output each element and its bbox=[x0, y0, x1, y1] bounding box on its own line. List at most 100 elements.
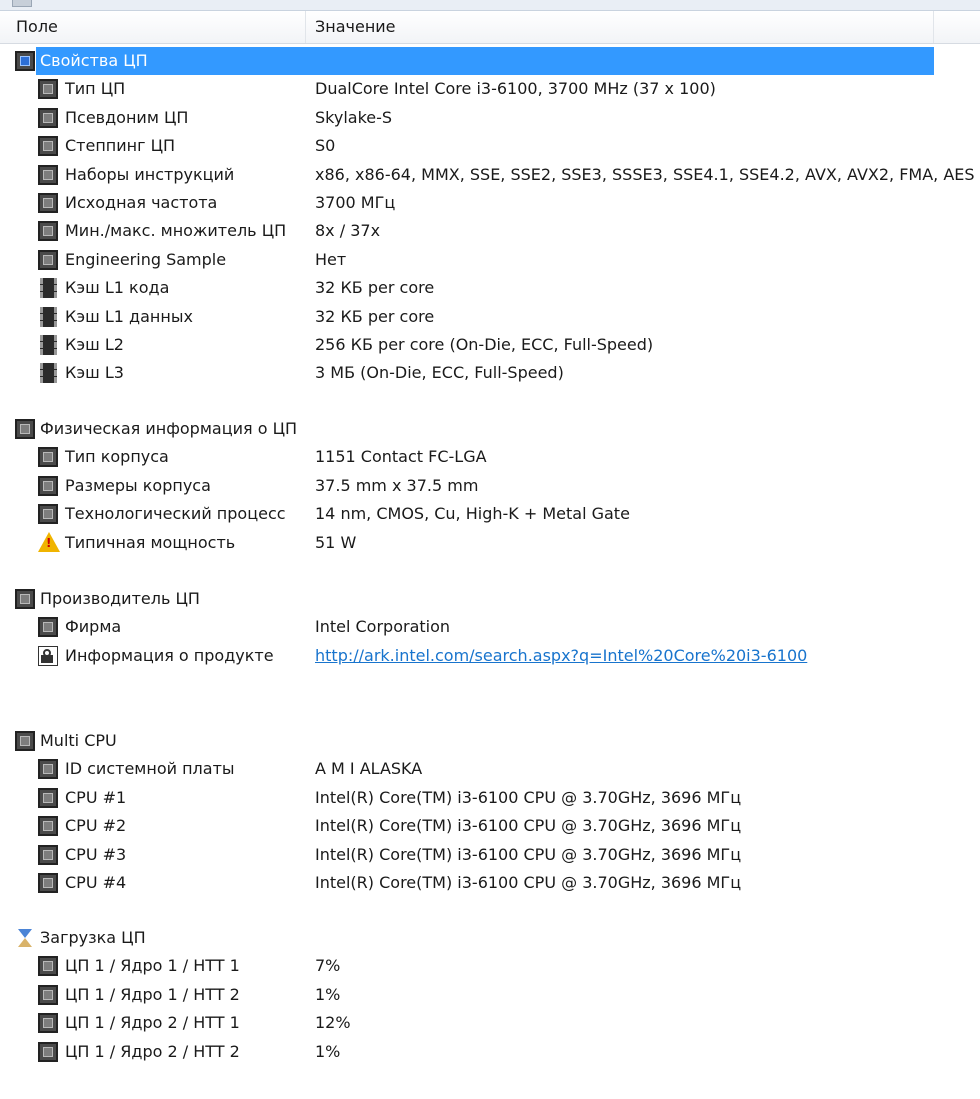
property-row[interactable]: Кэш L1 кода 32 КБ per core bbox=[0, 274, 980, 302]
property-value: A M I ALASKA bbox=[315, 759, 423, 779]
property-field: Информация о продукте bbox=[65, 645, 274, 665]
cpu-chip-icon bbox=[15, 419, 35, 439]
property-field: Наборы инструкций bbox=[65, 164, 235, 184]
property-field: CPU #1 bbox=[65, 787, 127, 807]
property-value: 1% bbox=[315, 984, 341, 1004]
property-value: 37.5 mm x 37.5 mm bbox=[315, 475, 479, 495]
property-field: Размеры корпуса bbox=[65, 475, 211, 495]
cpu-chip-icon bbox=[15, 731, 35, 751]
property-field: Мин./макс. множитель ЦП bbox=[65, 221, 287, 241]
property-row[interactable]: ! Типичная мощность 51 W bbox=[0, 529, 980, 557]
property-row[interactable]: ЦП 1 / Ядро 1 / HTT 2 1% bbox=[0, 981, 980, 1009]
property-row[interactable]: CPU #2 Intel(R) Core(TM) i3-6100 CPU @ 3.… bbox=[0, 812, 980, 840]
link-icon bbox=[38, 645, 58, 666]
property-value: 3 МБ (On-Die, ECC, Full-Speed) bbox=[315, 363, 564, 383]
property-field: Технологический процесс bbox=[65, 504, 286, 524]
cpu-chip-icon bbox=[15, 589, 35, 609]
property-value: Intel(R) Core(TM) i3-6100 CPU @ 3.70GHz,… bbox=[315, 844, 742, 864]
section-header[interactable]: Физическая информация о ЦП bbox=[0, 415, 980, 443]
cpu-chip-icon bbox=[38, 475, 58, 496]
property-value: Нет bbox=[315, 249, 347, 269]
cpu-chip-icon bbox=[15, 51, 35, 71]
property-value: Intel(R) Core(TM) i3-6100 CPU @ 3.70GHz,… bbox=[315, 787, 742, 807]
cpu-chip-icon bbox=[38, 136, 58, 157]
property-row[interactable]: Мин./макс. множитель ЦП 8x / 37x bbox=[0, 217, 980, 245]
section-title: Физическая информация о ЦП bbox=[40, 419, 298, 438]
property-row[interactable]: Псевдоним ЦП Skylake-S bbox=[0, 104, 980, 132]
section-header[interactable]: Загрузка ЦП bbox=[0, 924, 980, 952]
property-row[interactable]: Кэш L3 3 МБ (On-Die, ECC, Full-Speed) bbox=[0, 359, 980, 387]
property-row[interactable]: CPU #1 Intel(R) Core(TM) i3-6100 CPU @ 3.… bbox=[0, 784, 980, 812]
property-value: 8x / 37x bbox=[315, 221, 381, 241]
property-row[interactable]: Фирма Intel Corporation bbox=[0, 613, 980, 641]
property-value: 12% bbox=[315, 1013, 351, 1033]
property-row[interactable]: Информация о продукте http://ark.intel.co… bbox=[0, 642, 980, 670]
property-row[interactable]: Тип корпуса 1151 Contact FC-LGA bbox=[0, 443, 980, 471]
cpu-chip-icon bbox=[38, 759, 58, 780]
product-info-link[interactable]: http://ark.intel.com/search.aspx?q=Intel… bbox=[315, 646, 807, 665]
property-field: Engineering Sample bbox=[65, 249, 227, 269]
property-field: Кэш L1 данных bbox=[65, 306, 193, 326]
hourglass-icon bbox=[15, 928, 35, 948]
section-header[interactable]: Производитель ЦП bbox=[0, 585, 980, 613]
property-field: Тип ЦП bbox=[65, 79, 126, 99]
property-field: ID системной платы bbox=[65, 759, 235, 779]
property-field: ЦП 1 / Ядро 1 / HTT 2 bbox=[65, 984, 240, 1004]
property-value: 1% bbox=[315, 1041, 341, 1061]
property-row[interactable]: CPU #4 Intel(R) Core(TM) i3-6100 CPU @ 3.… bbox=[0, 869, 980, 897]
property-field: Кэш L1 кода bbox=[65, 278, 170, 298]
property-row[interactable]: Engineering Sample Нет bbox=[0, 246, 980, 274]
property-row[interactable]: ЦП 1 / Ядро 2 / HTT 1 12% bbox=[0, 1009, 980, 1037]
cpu-chip-icon bbox=[38, 844, 58, 865]
property-value: 3700 МГц bbox=[315, 193, 396, 212]
property-field: CPU #2 bbox=[65, 816, 127, 836]
section-title: Свойства ЦП bbox=[40, 51, 148, 70]
cache-memory-icon bbox=[40, 306, 57, 327]
property-value: 7% bbox=[315, 956, 341, 976]
cpu-chip-icon bbox=[38, 787, 58, 808]
warning-icon: ! bbox=[38, 531, 60, 552]
cpu-chip-icon bbox=[38, 79, 58, 100]
property-row[interactable]: CPU #3 Intel(R) Core(TM) i3-6100 CPU @ 3.… bbox=[0, 841, 980, 869]
cache-memory-icon bbox=[40, 363, 57, 384]
property-field: Степпинг ЦП bbox=[65, 136, 176, 156]
property-row[interactable]: ID системной платы A M I ALASKA bbox=[0, 755, 980, 783]
selection-highlight bbox=[36, 47, 934, 75]
cache-memory-icon bbox=[40, 335, 57, 355]
property-row[interactable]: ЦП 1 / Ядро 1 / HTT 1 7% bbox=[0, 952, 980, 980]
property-value: 14 nm, CMOS, Cu, High-K + Metal Gate bbox=[315, 504, 630, 524]
section-title: Multi CPU bbox=[40, 731, 117, 750]
section-header[interactable]: Multi CPU bbox=[0, 727, 980, 755]
cpu-chip-icon bbox=[38, 1041, 58, 1062]
cpu-chip-icon bbox=[38, 956, 58, 977]
property-row[interactable]: ЦП 1 / Ядро 2 / HTT 2 1% bbox=[0, 1038, 980, 1066]
property-row[interactable]: Степпинг ЦП S0 bbox=[0, 132, 980, 160]
cpu-chip-icon bbox=[38, 221, 58, 242]
property-value: Skylake-S bbox=[315, 107, 393, 127]
column-header-field[interactable]: Поле bbox=[10, 11, 306, 43]
property-field: Псевдоним ЦП bbox=[65, 107, 189, 127]
cpu-chip-icon bbox=[38, 107, 58, 128]
property-row[interactable]: Размеры корпуса 37.5 mm x 37.5 mm bbox=[0, 472, 980, 500]
property-field: Фирма bbox=[65, 617, 122, 637]
property-row[interactable]: Тип ЦП DualCore Intel Core i3-6100, 3700 … bbox=[0, 75, 980, 103]
property-value: http://ark.intel.com/search.aspx?q=Intel… bbox=[315, 642, 807, 670]
property-field: CPU #3 bbox=[65, 844, 127, 864]
property-value: Intel Corporation bbox=[315, 617, 451, 637]
property-row[interactable]: Наборы инструкций x86, x86-64, MMX, SSE, … bbox=[0, 161, 980, 189]
property-field: ЦП 1 / Ядро 1 / HTT 1 bbox=[65, 956, 240, 976]
property-row[interactable]: Технологический процесс 14 nm, CMOS, Cu, … bbox=[0, 500, 980, 528]
property-field: Кэш L3 bbox=[65, 363, 124, 383]
cpu-chip-icon bbox=[38, 873, 58, 893]
property-field: CPU #4 bbox=[65, 873, 127, 892]
property-field: ЦП 1 / Ядро 2 / HTT 1 bbox=[65, 1013, 240, 1033]
property-value: 1151 Contact FC-LGA bbox=[315, 447, 487, 467]
property-row[interactable]: Исходная частота 3700 МГц bbox=[0, 189, 980, 217]
cpu-chip-icon bbox=[38, 984, 58, 1005]
section-header[interactable]: Свойства ЦП bbox=[0, 47, 980, 75]
column-header-value[interactable]: Значение bbox=[306, 11, 934, 43]
property-row[interactable]: Кэш L2 256 КБ per core (On-Die, ECC, Full… bbox=[0, 331, 980, 359]
property-row[interactable]: Кэш L1 данных 32 КБ per core bbox=[0, 303, 980, 331]
property-value: Intel(R) Core(TM) i3-6100 CPU @ 3.70GHz,… bbox=[315, 816, 742, 836]
cpu-chip-icon bbox=[38, 1013, 58, 1034]
